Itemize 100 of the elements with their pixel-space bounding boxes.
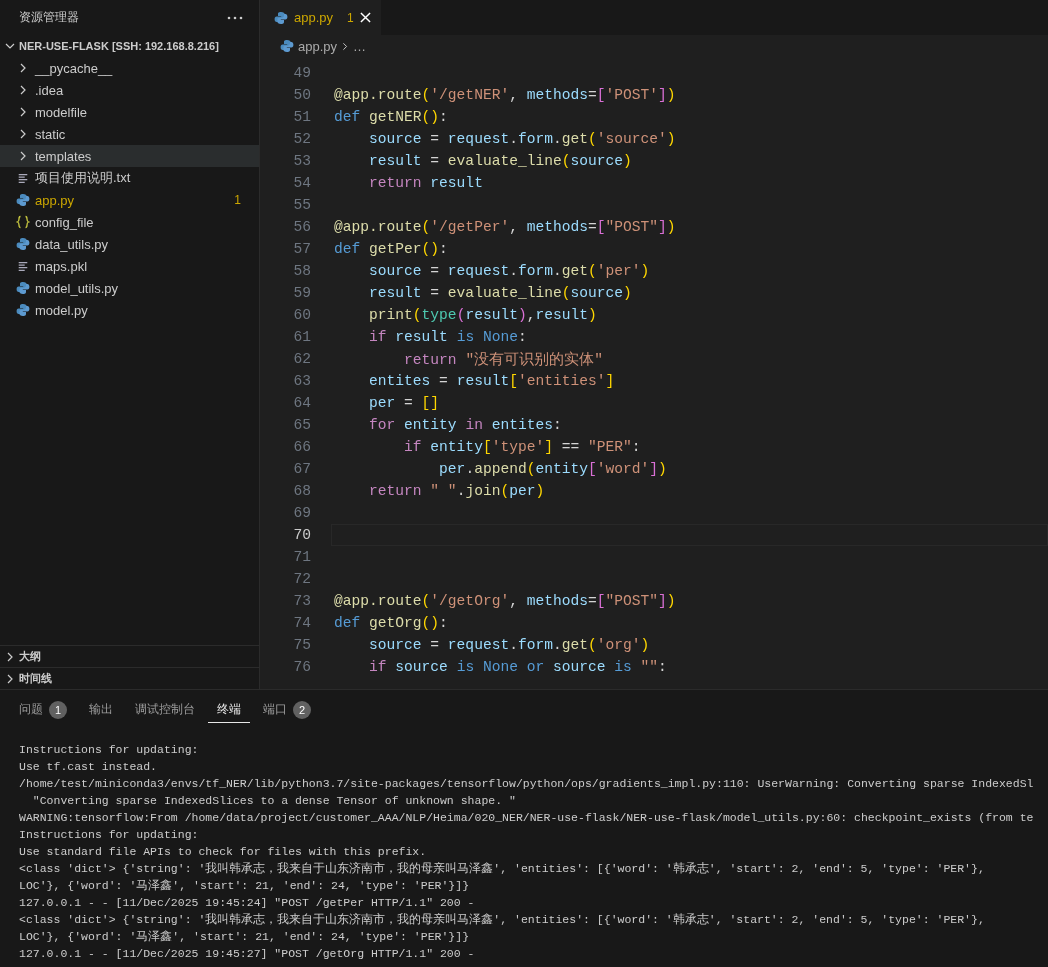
chevron-icon <box>5 673 15 684</box>
line-number: 62 <box>292 351 311 367</box>
line-number: 53 <box>292 153 311 169</box>
section-header[interactable]: 大纲 <box>0 645 259 667</box>
folder-item[interactable]: static <box>0 123 259 145</box>
line-number: 70 <box>292 527 311 543</box>
text-file-icon <box>16 260 30 272</box>
terminal-line: <class 'dict'> {'string': '我叫韩承志，我来自于山东济南市，我的母亲叫马泽鑫', 'entities': [{'word': '韩承志', 'start': 2, 'end': 5, 'type': 'PER'}, <box>19 861 986 877</box>
terminal-line: /home/test/miniconda3/envs/tf_NER/lib/python3.7/site-packages/tensorflow/python/ops/gradients_impl.py:110: UserWarning: Converting sparse IndexedSl <box>19 776 1035 792</box>
count-badge: 2 <box>293 700 311 719</box>
line-number: 55 <box>292 197 311 213</box>
terminal-line: LOC'}, {'word': '马泽鑫', 'start': 21, 'end': 24, 'type': 'PER'}]} <box>19 929 471 945</box>
code-line: if source is None or source is "": <box>368 659 667 675</box>
python-file-icon <box>16 237 30 251</box>
folder-item[interactable]: modelfile <box>0 101 259 123</box>
chevron-icon <box>18 107 28 117</box>
project-folder[interactable]: NER-USE-FLASK [SSH: 192.168.8.216] <box>0 35 259 57</box>
code-line: for entity in entites: <box>368 417 562 433</box>
panel-tab[interactable]: 输出 <box>80 697 122 723</box>
line-number: 68 <box>292 483 311 499</box>
line-number: 75 <box>292 637 311 653</box>
terminal-line: Instructions for updating: <box>19 742 200 758</box>
braces-icon <box>16 215 30 229</box>
terminal-line: Use standard file APIs to check for files with this prefix. <box>19 844 428 860</box>
code-line: @app.route('/getPer', methods=["POST"]) <box>334 219 676 235</box>
file-item[interactable]: model_utils.py <box>0 277 259 299</box>
breadcrumb-file[interactable]: app.py <box>298 38 338 54</box>
folder-item[interactable]: .idea <box>0 79 259 101</box>
code-line: @app.route('/getNER', methods=['POST']) <box>334 87 676 103</box>
terminal-line: Instructions for updating: <box>19 827 200 843</box>
python-file-icon <box>16 303 30 317</box>
chevron-icon <box>5 651 15 662</box>
python-file-icon <box>16 193 30 207</box>
section-header[interactable]: 时间线 <box>0 667 259 689</box>
panel-tab[interactable]: 终端 <box>208 697 250 723</box>
code-line: if result is None: <box>368 329 527 345</box>
line-number: 67 <box>292 461 311 477</box>
chevron-icon <box>18 151 28 161</box>
line-number: 65 <box>292 417 311 433</box>
code-line: source = request.form.get('source') <box>368 131 676 147</box>
code-line: source = request.form.get('per') <box>368 263 650 279</box>
line-number: 61 <box>292 329 311 345</box>
line-number: 52 <box>292 131 311 147</box>
file-item[interactable]: data_utils.py <box>0 233 259 255</box>
code-line: @app.route('/getOrg', methods=["POST"]) <box>334 593 676 609</box>
file-item[interactable]: model.py <box>0 299 259 321</box>
terminal-line: "Converting sparse IndexedSlices to a dense Tensor of unknown shape. " <box>31 793 517 809</box>
chevron-icon <box>341 41 350 51</box>
chevron-icon <box>18 129 28 139</box>
code-line: def getNER(): <box>334 109 448 125</box>
line-number: 56 <box>292 219 311 235</box>
code-line: return " ".join(per) <box>368 483 545 499</box>
folder-item[interactable]: __pycache__ <box>0 57 259 79</box>
code-line: def getPer(): <box>334 241 448 257</box>
code-line: print(type(result),result) <box>368 307 597 323</box>
chevron-icon <box>5 41 15 51</box>
line-number: 49 <box>292 65 311 81</box>
terminal-line: 127.0.0.1 - - [11/Dec/2025 19:45:27] "POST /getOrg HTTP/1.1" 200 - <box>19 946 476 962</box>
folder-item[interactable]: templates <box>0 145 259 167</box>
breadcrumb-more[interactable]: … <box>353 38 367 54</box>
line-number: 58 <box>292 263 311 279</box>
code-line: result = evaluate_line(source) <box>368 285 632 301</box>
line-number: 73 <box>292 593 311 609</box>
chevron-icon <box>18 63 28 73</box>
line-number: 72 <box>292 571 311 587</box>
more-icon[interactable] <box>227 15 243 20</box>
line-number: 71 <box>292 549 311 565</box>
line-number: 59 <box>292 285 311 301</box>
line-number: 69 <box>292 505 311 521</box>
file-item[interactable]: app.py 1 <box>0 189 259 211</box>
panel-tab[interactable]: 问题 1 <box>10 696 76 724</box>
python-file-icon <box>16 281 30 295</box>
code-line: if entity['type'] == "PER": <box>403 439 641 455</box>
code-line: entites = result['entities'] <box>368 373 615 389</box>
python-file-icon <box>280 39 294 53</box>
panel-tab[interactable]: 端口 2 <box>254 696 320 724</box>
line-number: 54 <box>292 175 311 191</box>
line-number: 50 <box>292 87 311 103</box>
file-item[interactable]: maps.pkl <box>0 255 259 277</box>
panel-tab[interactable]: 调试控制台 <box>126 697 204 723</box>
terminal-line: 127.0.0.1 - - [11/Dec/2025 19:45:24] "POST /getPer HTTP/1.1" 200 - <box>19 895 476 911</box>
terminal-line: Use tf.cast instead. <box>19 759 159 775</box>
file-item[interactable]: config_file <box>0 211 259 233</box>
explorer-title: 资源管理器 <box>19 9 79 26</box>
count-badge: 1 <box>49 700 67 719</box>
line-number: 60 <box>292 307 311 323</box>
terminal-line: LOC'}, {'word': '马泽鑫', 'start': 21, 'end': 24, 'type': 'PER'}]} <box>19 878 471 894</box>
line-number: 64 <box>292 395 311 411</box>
close-icon[interactable] <box>359 12 371 23</box>
code-line: return "没有可识别的实体" <box>403 350 603 369</box>
code-line: per.append(entity['word']) <box>438 461 667 477</box>
text-file-icon <box>16 172 30 184</box>
python-file-icon <box>274 10 288 25</box>
line-number: 51 <box>292 109 311 125</box>
line-number: 63 <box>292 373 311 389</box>
editor-tab[interactable]: app.py 1 <box>260 0 381 35</box>
code-line: result = evaluate_line(source) <box>368 153 632 169</box>
chevron-icon <box>18 85 28 95</box>
problem-count: 1 <box>234 193 241 207</box>
file-item[interactable]: 项目使用说明.txt <box>0 167 259 189</box>
